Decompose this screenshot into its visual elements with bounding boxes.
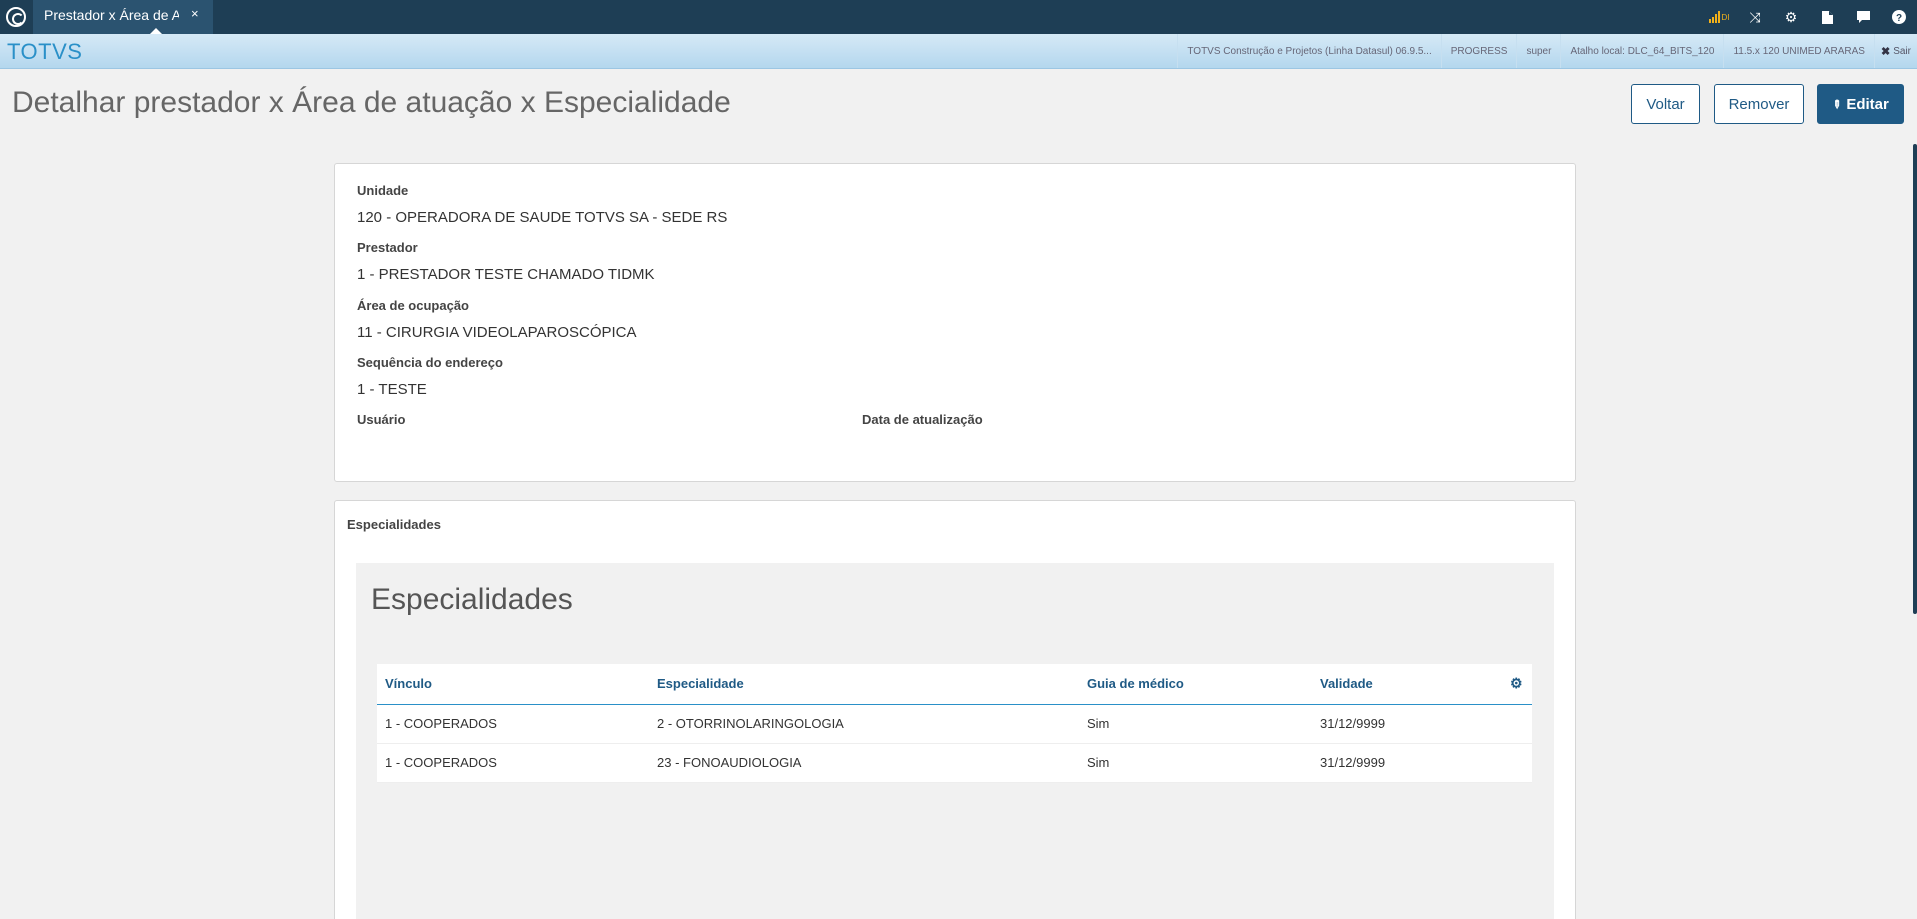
area-value: 11 - CIRURGIA VIDEOLAPAROSCÓPICA xyxy=(357,324,637,341)
unit-value: 120 - OPERADORA DE SAUDE TOTVS SA - SEDE… xyxy=(357,209,728,226)
info-shortcut: Atalho local: DLC_64_BITS_120 xyxy=(1560,34,1723,68)
document-icon[interactable] xyxy=(1809,0,1845,34)
shuffle-icon[interactable]: ⤨ xyxy=(1737,0,1773,34)
column-header-validade[interactable]: Validade xyxy=(1312,664,1502,705)
specialties-section-label: Especialidades xyxy=(347,517,441,532)
tab-close-icon[interactable]: × xyxy=(191,6,199,21)
edit-button-label: Editar xyxy=(1846,95,1889,113)
signal-icon[interactable]: DI xyxy=(1701,0,1737,34)
info-version: 11.5.x 120 UNIMED ARARAS xyxy=(1723,34,1874,68)
column-header-vinculo[interactable]: Vínculo xyxy=(377,664,649,705)
specialties-panel: Especialidades Especialidades Vínculo Es… xyxy=(334,500,1576,919)
close-icon: ✖ xyxy=(1880,45,1891,58)
cell-especialidade: 2 - OTORRINOLARINGOLOGIA xyxy=(649,704,1079,744)
remove-button[interactable]: Remover xyxy=(1714,84,1804,124)
cell-vinculo: 1 - COOPERADOS xyxy=(377,743,649,783)
page-title: Detalhar prestador x Área de atuação x E… xyxy=(12,86,731,119)
tab-prestador[interactable]: Prestador x Área de At × xyxy=(33,0,213,34)
chat-icon[interactable] xyxy=(1845,0,1881,34)
signal-label: DI xyxy=(1721,12,1730,22)
pencil-icon: ✎ xyxy=(1828,96,1844,112)
logout-label: Sair xyxy=(1893,45,1911,57)
updated-date-label: Data de atualização xyxy=(862,412,983,427)
info-product: TOTVS Construção e Projetos (Linha Datas… xyxy=(1177,34,1440,68)
address-sequence-value: 1 - TESTE xyxy=(357,381,427,398)
info-database: PROGRESS xyxy=(1440,34,1517,68)
tab-label: Prestador x Área de At xyxy=(44,7,179,23)
cell-validade: 31/12/9999 xyxy=(1312,743,1502,783)
back-button[interactable]: Voltar xyxy=(1631,84,1700,124)
top-bar: Prestador x Área de At × DI ⤨ ⚙ ? xyxy=(0,0,1917,34)
provider-value: 1 - PRESTADOR TESTE CHAMADO TIDMK xyxy=(357,266,655,283)
table-header-row: Vínculo Especialidade Guia de médico Val… xyxy=(377,664,1532,705)
logout-button[interactable]: ✖ Sair xyxy=(1873,34,1917,68)
gear-icon[interactable]: ⚙ xyxy=(1773,0,1809,34)
edit-button[interactable]: ✎ Editar xyxy=(1817,84,1904,124)
cell-validade: 31/12/9999 xyxy=(1312,704,1502,744)
provider-label: Prestador xyxy=(357,240,418,255)
app-logo-icon[interactable] xyxy=(6,7,26,27)
column-header-guia-medico[interactable]: Guia de médico xyxy=(1079,664,1312,705)
address-sequence-label: Sequência do endereço xyxy=(357,355,503,370)
info-bar: TOTVS TOTVS Construção e Projetos (Linha… xyxy=(0,34,1917,69)
specialties-grid-container: Especialidades Vínculo Especialidade Gui… xyxy=(356,563,1554,919)
table-row[interactable]: 1 - COOPERADOS 2 - OTORRINOLARINGOLOGIA … xyxy=(377,704,1532,744)
brand-logo: TOTVS xyxy=(7,39,83,64)
column-settings[interactable]: ⚙ xyxy=(1502,664,1532,705)
details-panel: Unidade 120 - OPERADORA DE SAUDE TOTVS S… xyxy=(334,163,1576,482)
page-scrollbar[interactable] xyxy=(1913,144,1917,614)
top-toolbar: DI ⤨ ⚙ ? xyxy=(1701,0,1917,34)
gear-icon[interactable]: ⚙ xyxy=(1510,675,1523,691)
cell-guia-medico: Sim xyxy=(1079,704,1312,744)
cell-vinculo: 1 - COOPERADOS xyxy=(377,704,649,744)
specialties-table: Vínculo Especialidade Guia de médico Val… xyxy=(377,664,1532,783)
column-header-especialidade[interactable]: Especialidade xyxy=(649,664,1079,705)
cell-guia-medico: Sim xyxy=(1079,743,1312,783)
info-user: super xyxy=(1516,34,1560,68)
help-icon[interactable]: ? xyxy=(1881,0,1917,34)
table-row[interactable]: 1 - COOPERADOS 23 - FONOAUDIOLOGIA Sim 3… xyxy=(377,743,1532,783)
user-label: Usuário xyxy=(357,412,406,427)
area-label: Área de ocupação xyxy=(357,298,469,313)
cell-especialidade: 23 - FONOAUDIOLOGIA xyxy=(649,743,1079,783)
svg-text:?: ? xyxy=(1896,13,1902,24)
unit-label: Unidade xyxy=(357,183,409,198)
specialties-grid-title: Especialidades xyxy=(371,583,573,616)
